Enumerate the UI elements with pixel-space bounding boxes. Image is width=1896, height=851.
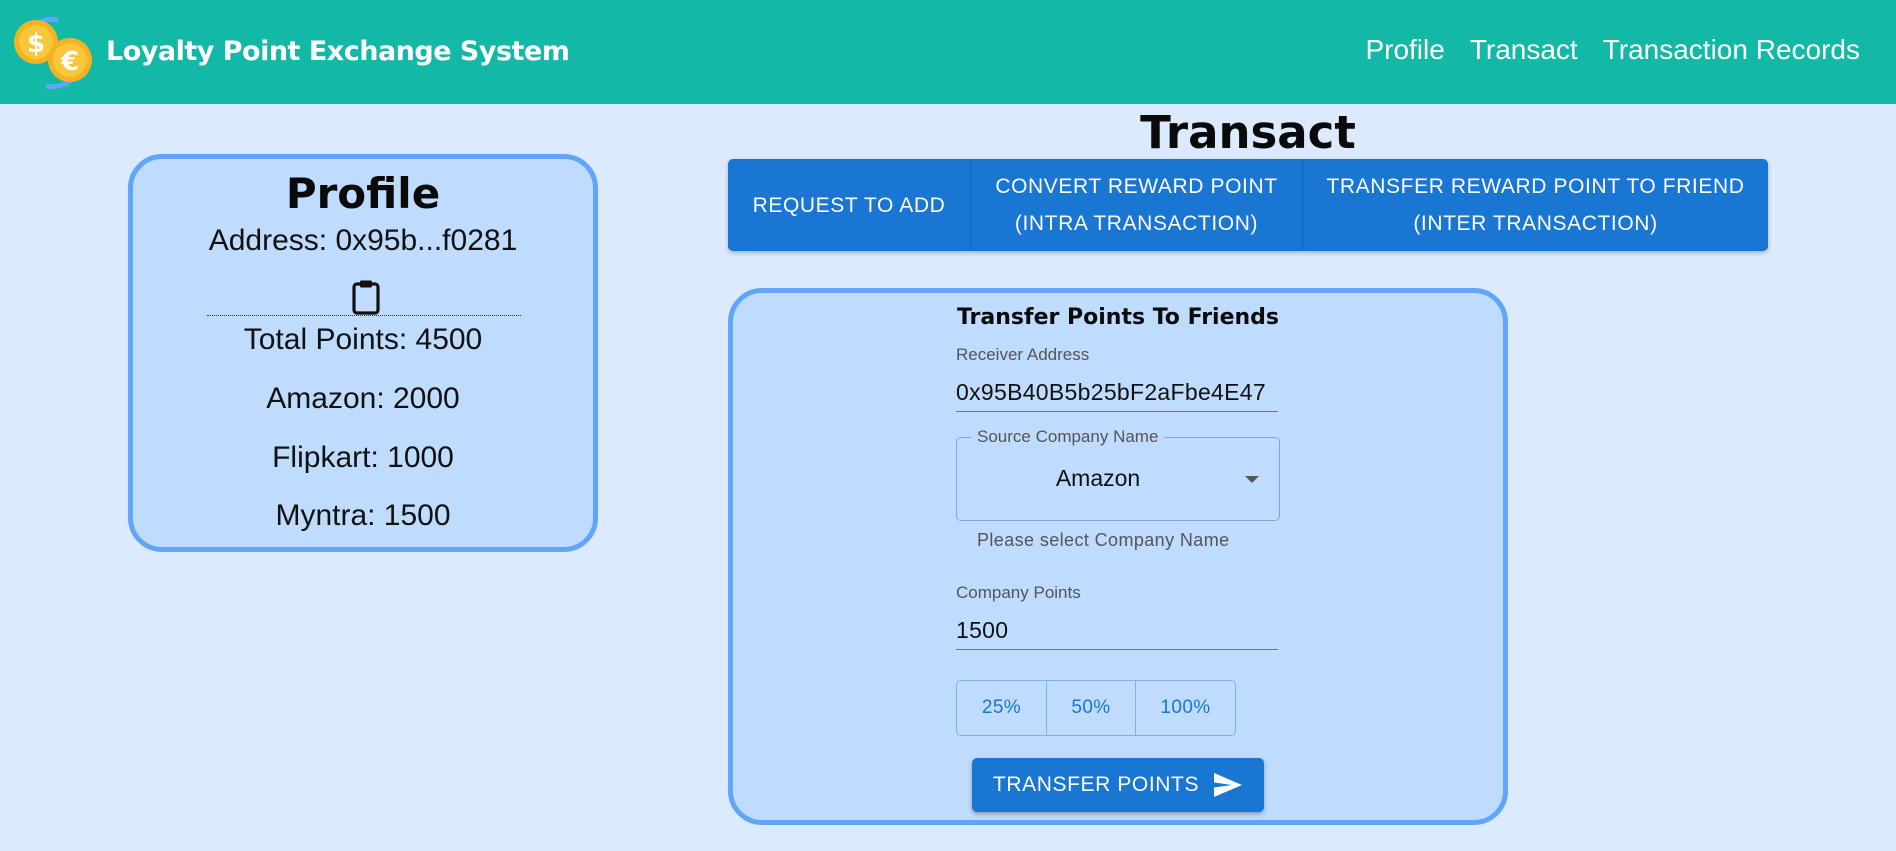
transfer-points-button[interactable]: TRANSFER POINTS [972,758,1264,812]
tab-label: TRANSFER REWARD POINT TO FRIEND [1326,175,1745,198]
svg-text:$: $ [27,29,45,59]
percent-25-button[interactable]: 25% [957,681,1046,735]
receiver-address-label: Receiver Address [956,345,1090,364]
profile-address: Address: 0x95b...f0281 [208,224,518,257]
receiver-address-input[interactable] [956,373,1278,412]
brand-title[interactable]: Loyalty Point Exchange System [106,36,570,67]
tab-request-to-add[interactable]: REQUEST TO ADD [728,159,970,251]
nav-links: Profile Transact Transaction Records [1365,34,1860,66]
source-company-select[interactable]: Source Company Name Amazon [956,427,1280,521]
profile-card: Profile Address: 0x95b...f0281 Total Poi… [128,154,598,552]
percent-100-button[interactable]: 100% [1135,681,1235,735]
clipboard-icon[interactable] [351,279,381,315]
transact-tabs: REQUEST TO ADD CONVERT REWARD POINT (INT… [728,159,1768,251]
transact-title: Transact [1140,106,1356,159]
profile-title: Profile [285,169,441,218]
tab-sublabel: (INTRA TRANSACTION) [1014,212,1259,235]
total-points: Total Points: 4500 [243,323,483,356]
company-points-myntra: Myntra: 1500 [275,499,451,532]
svg-text:€: € [60,47,79,77]
percent-50-button[interactable]: 50% [1046,681,1135,735]
nav-link-transaction-records[interactable]: Transaction Records [1603,34,1860,66]
tab-label: CONVERT REWARD POINT [995,175,1278,198]
tab-transfer-reward-point[interactable]: TRANSFER REWARD POINT TO FRIEND (INTER T… [1302,159,1768,251]
profile-divider [207,315,521,316]
company-points-input[interactable] [956,611,1278,650]
tab-sublabel: (INTER TRANSACTION) [1413,212,1658,235]
navbar: $ € Loyalty Point Exchange System Profil… [0,0,1896,104]
company-points-amazon: Amazon: 2000 [266,382,460,415]
tab-label: REQUEST TO ADD [752,193,946,217]
transfer-form-title: Transfer Points To Friends [956,305,1280,330]
company-points-label: Company Points [956,583,1081,602]
source-company-label: Source Company Name [971,427,1165,447]
tab-convert-reward-point[interactable]: CONVERT REWARD POINT (INTRA TRANSACTION) [970,159,1302,251]
percent-button-group: 25% 50% 100% [956,680,1236,736]
currency-coins-icon[interactable]: $ € [12,16,94,90]
source-company-helper: Please select Company Name [977,530,1230,550]
transfer-form-card: Transfer Points To Friends Receiver Addr… [728,288,1508,825]
transfer-points-label: TRANSFER POINTS [992,773,1200,796]
nav-link-transact[interactable]: Transact [1470,34,1578,66]
nav-link-profile[interactable]: Profile [1365,34,1444,66]
send-icon [1214,773,1243,797]
dropdown-arrow-icon [1245,476,1259,483]
source-company-value: Amazon [1055,465,1141,491]
company-points-flipkart: Flipkart: 1000 [272,441,454,474]
